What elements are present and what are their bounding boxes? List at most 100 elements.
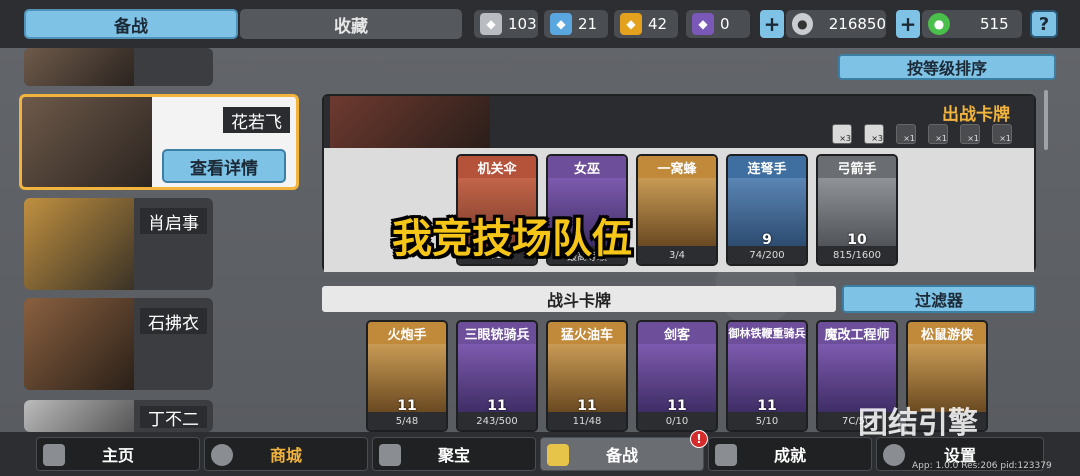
coins-icon xyxy=(211,444,233,466)
slot-count: ×1 xyxy=(967,134,979,143)
nav-treasure[interactable]: 聚宝 xyxy=(372,437,536,471)
hero-portrait xyxy=(24,48,134,86)
card-name: 机关伞 xyxy=(458,156,536,178)
card-progress: 5/10 xyxy=(728,412,806,430)
gold-shield-icon: ◆ xyxy=(620,13,642,35)
card-name: 弓箭手 xyxy=(818,156,896,178)
card-level: 10 xyxy=(847,232,867,248)
nav-label: 成就 xyxy=(773,446,806,465)
panel-header: 出战卡牌 ×3 ×3 ×1 ×1 ×1 ×1 xyxy=(324,96,1034,148)
hero-card[interactable]: 丁不二 xyxy=(24,400,213,432)
nav-home[interactable]: 主页 xyxy=(36,437,200,471)
slot-count: ×1 xyxy=(935,134,947,143)
resource-blue-crystal: ◆ 21 xyxy=(544,10,608,38)
notification-badge: ! xyxy=(690,430,708,448)
slot-icon: ×1 xyxy=(928,124,948,144)
battle-cards-title: 出战卡牌 xyxy=(942,105,1010,125)
card-name: 一窝蜂 xyxy=(638,156,716,178)
hero-name: 肖启事 xyxy=(140,208,207,234)
nav-shop[interactable]: 商城 xyxy=(204,437,368,471)
slot-count: ×3 xyxy=(871,134,883,143)
resource-value: 103 xyxy=(508,15,537,33)
tab-collection[interactable]: 收藏 xyxy=(240,9,462,39)
slot-icon: ×1 xyxy=(960,124,980,144)
card-progress: 243/500 xyxy=(458,412,536,430)
view-details-button[interactable]: 查看详情 xyxy=(162,149,286,183)
card-name: 魔改工程师 xyxy=(818,322,896,344)
card-name: 剑客 xyxy=(638,322,716,344)
card-level: 11 xyxy=(667,398,687,414)
blue-crystal-icon: ◆ xyxy=(550,13,572,35)
battle-card[interactable]: 一窝蜂 3/4 xyxy=(636,154,718,266)
card-name: 火炮手 xyxy=(368,322,446,344)
nav-prep[interactable]: 备战 xyxy=(540,437,704,471)
card-name: 松鼠游侠 xyxy=(908,322,986,344)
card-level: 9 xyxy=(762,232,772,248)
card-level: 11 xyxy=(757,398,777,414)
resource-purple-mask: ◆ 0 xyxy=(686,10,750,38)
grid-icon xyxy=(715,444,737,466)
slot-count: ×1 xyxy=(903,134,915,143)
silver-coin-icon: ● xyxy=(792,13,813,35)
resource-gems: ● 515 xyxy=(922,10,1022,38)
nav-label: 商城 xyxy=(269,446,302,465)
resource-value: 0 xyxy=(720,15,730,33)
nav-label: 主页 xyxy=(101,446,134,465)
hero-card[interactable]: 肖启事 xyxy=(24,198,213,290)
nav-achievements[interactable]: 成就 xyxy=(708,437,872,471)
card-name: 连弩手 xyxy=(728,156,806,178)
hero-portrait xyxy=(330,96,490,148)
add-coins-button[interactable]: + xyxy=(760,10,784,38)
slot-count: ×3 xyxy=(839,134,851,143)
fight-cards-header: 战斗卡牌 xyxy=(322,286,836,312)
battle-card[interactable]: 连弩手 74/200 9 xyxy=(726,154,808,266)
slot-icon: ×1 xyxy=(992,124,1012,144)
watermark: 团结引擎 xyxy=(858,406,978,441)
resource-value: 216850 xyxy=(828,15,886,33)
filter-button[interactable]: 过滤器 xyxy=(842,285,1036,313)
nav-label: 聚宝 xyxy=(437,446,470,465)
silver-shield-icon: ◆ xyxy=(480,13,502,35)
scrollbar[interactable] xyxy=(1044,90,1048,150)
fight-card[interactable]: 剑客 0/10 11 xyxy=(636,320,718,432)
hero-card[interactable]: 石拂衣 xyxy=(24,298,213,390)
card-progress: 815/1600 xyxy=(818,246,896,264)
card-progress: 11/48 xyxy=(548,412,626,430)
resource-value: 515 xyxy=(980,15,1009,33)
fight-card[interactable]: 猛火油车 11/48 11 xyxy=(546,320,628,432)
hero-portrait xyxy=(24,298,134,390)
card-name: 女巫 xyxy=(548,156,626,178)
cards-icon xyxy=(547,444,569,466)
battle-card[interactable]: 弓箭手 815/1600 10 xyxy=(816,154,898,266)
purple-mask-icon: ◆ xyxy=(692,13,714,35)
gear-icon xyxy=(883,444,905,466)
fight-card[interactable]: 御林铁鞭重骑兵 5/10 11 xyxy=(726,320,808,432)
hero-card-partial[interactable] xyxy=(24,48,213,86)
hero-name: 花若飞 xyxy=(223,107,290,133)
sort-by-level-button[interactable]: 按等级排序 xyxy=(838,54,1056,80)
nav-label: 备战 xyxy=(605,446,638,465)
card-level: 11 xyxy=(577,398,597,414)
tab-prep[interactable]: 备战 xyxy=(24,9,238,39)
card-name: 猛火油车 xyxy=(548,322,626,344)
resource-silver-shield: ◆ 103 xyxy=(474,10,538,38)
help-button[interactable]: ? xyxy=(1030,10,1058,38)
fight-card[interactable]: 火炮手 5/48 11 xyxy=(366,320,448,432)
hero-card-selected[interactable]: 花若飞 查看详情 xyxy=(19,94,299,190)
card-progress: 5/48 xyxy=(368,412,446,430)
overlay-caption: 我竞技场队伍 xyxy=(392,216,632,262)
resource-coins: ● 216850 xyxy=(786,10,886,38)
card-progress: 3/4 xyxy=(638,246,716,264)
fight-card[interactable]: 三眼铳骑兵 243/500 11 xyxy=(456,320,538,432)
slot-count: ×1 xyxy=(999,134,1011,143)
add-gems-button[interactable]: + xyxy=(896,10,920,38)
card-level: 11 xyxy=(487,398,507,414)
version-text: App: 1.0.0 Res:206 pid:123379 xyxy=(912,461,1052,471)
green-gem-icon: ● xyxy=(928,13,950,35)
hero-name: 石拂衣 xyxy=(140,308,207,334)
card-progress: 74/200 xyxy=(728,246,806,264)
card-progress: 0/10 xyxy=(638,412,716,430)
top-bar: 备战 收藏 ◆ 103 ◆ 21 ◆ 42 ◆ 0 + ● 216850 + ●… xyxy=(0,0,1080,48)
card-name: 御林铁鞭重骑兵 xyxy=(728,322,806,344)
resource-value: 21 xyxy=(578,15,598,33)
